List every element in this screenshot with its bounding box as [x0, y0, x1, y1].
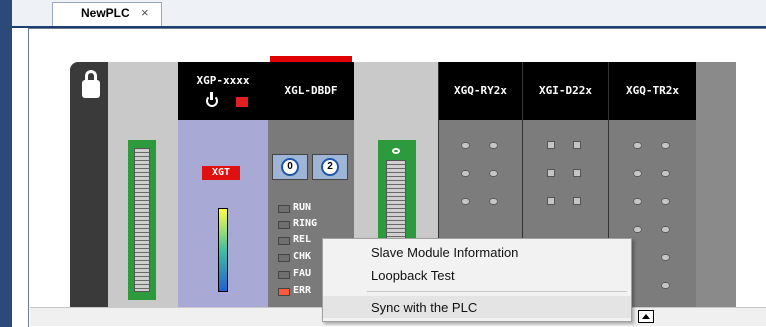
menu-item-slave-module-information[interactable]: Slave Module Information [323, 241, 631, 263]
led-label-ring: RING [293, 218, 318, 229]
led-label-fau: FAU [293, 268, 312, 279]
cpu-level-bar [218, 208, 228, 292]
led-run [278, 205, 290, 213]
switch-1-value: 0 [281, 158, 299, 176]
io3-module-name: XGQ-TR2x [626, 84, 679, 97]
scroll-up-arrow-icon[interactable] [638, 310, 654, 323]
xgt-label: XGT [211, 167, 231, 178]
menu-item-loopback-test[interactable]: Loopback Test [323, 264, 631, 286]
comm-header: XGL-DBDF [268, 62, 354, 120]
menu-item-sync-with-plc[interactable]: Sync with the PLC [323, 296, 631, 318]
rotary-switch-1[interactable]: 0 [272, 154, 308, 180]
xgt-badge: XGT [202, 166, 240, 180]
led-label-rel: REL [293, 234, 312, 245]
power-module[interactable] [108, 62, 178, 308]
tab-strip: NewPLC × [12, 0, 766, 28]
menu-item-label: Sync with the PLC [371, 300, 478, 315]
led-label-run: RUN [293, 202, 312, 213]
board-hole [392, 148, 400, 154]
led-chk [278, 254, 290, 262]
io1-module-name: XGQ-RY2x [454, 84, 507, 97]
cpu-module[interactable]: XGP-xxxx XGT [178, 62, 268, 308]
led-rel [278, 237, 290, 245]
io1-header: XGQ-RY2x [439, 62, 522, 120]
close-icon[interactable]: × [141, 5, 149, 20]
led-label-chk: CHK [293, 251, 312, 262]
window-left-frame [0, 0, 12, 327]
menu-separator [367, 291, 627, 292]
cpu-module-name: XGP-xxxx [196, 74, 250, 87]
io2-module-name: XGI-D22x [539, 84, 592, 97]
led-label-err: ERR [293, 285, 312, 296]
power-icon-stem [210, 92, 213, 100]
io2-header: XGI-D22x [523, 62, 608, 120]
power-connector-pins [134, 148, 150, 292]
rotary-switch-2[interactable]: 2 [312, 154, 348, 180]
led-err [278, 288, 290, 296]
cpu-status-led [236, 97, 248, 107]
menu-item-label: Slave Module Information [371, 245, 519, 260]
io3-header: XGQ-TR2x [609, 62, 696, 120]
menu-item-label: Loopback Test [371, 268, 455, 283]
cpu-header: XGP-xxxx [178, 62, 268, 120]
context-menu: Slave Module Information Loopback Test S… [322, 238, 632, 322]
comm-module-name: XGL-DBDF [284, 84, 338, 97]
tab-label: NewPLC [81, 6, 130, 20]
led-ring [278, 221, 290, 229]
rack-end-cap [696, 62, 736, 308]
switch-2-value: 2 [321, 158, 339, 176]
tab-newplc[interactable]: NewPLC × [52, 2, 162, 26]
lock-icon [80, 70, 102, 100]
led-fau [278, 271, 290, 279]
